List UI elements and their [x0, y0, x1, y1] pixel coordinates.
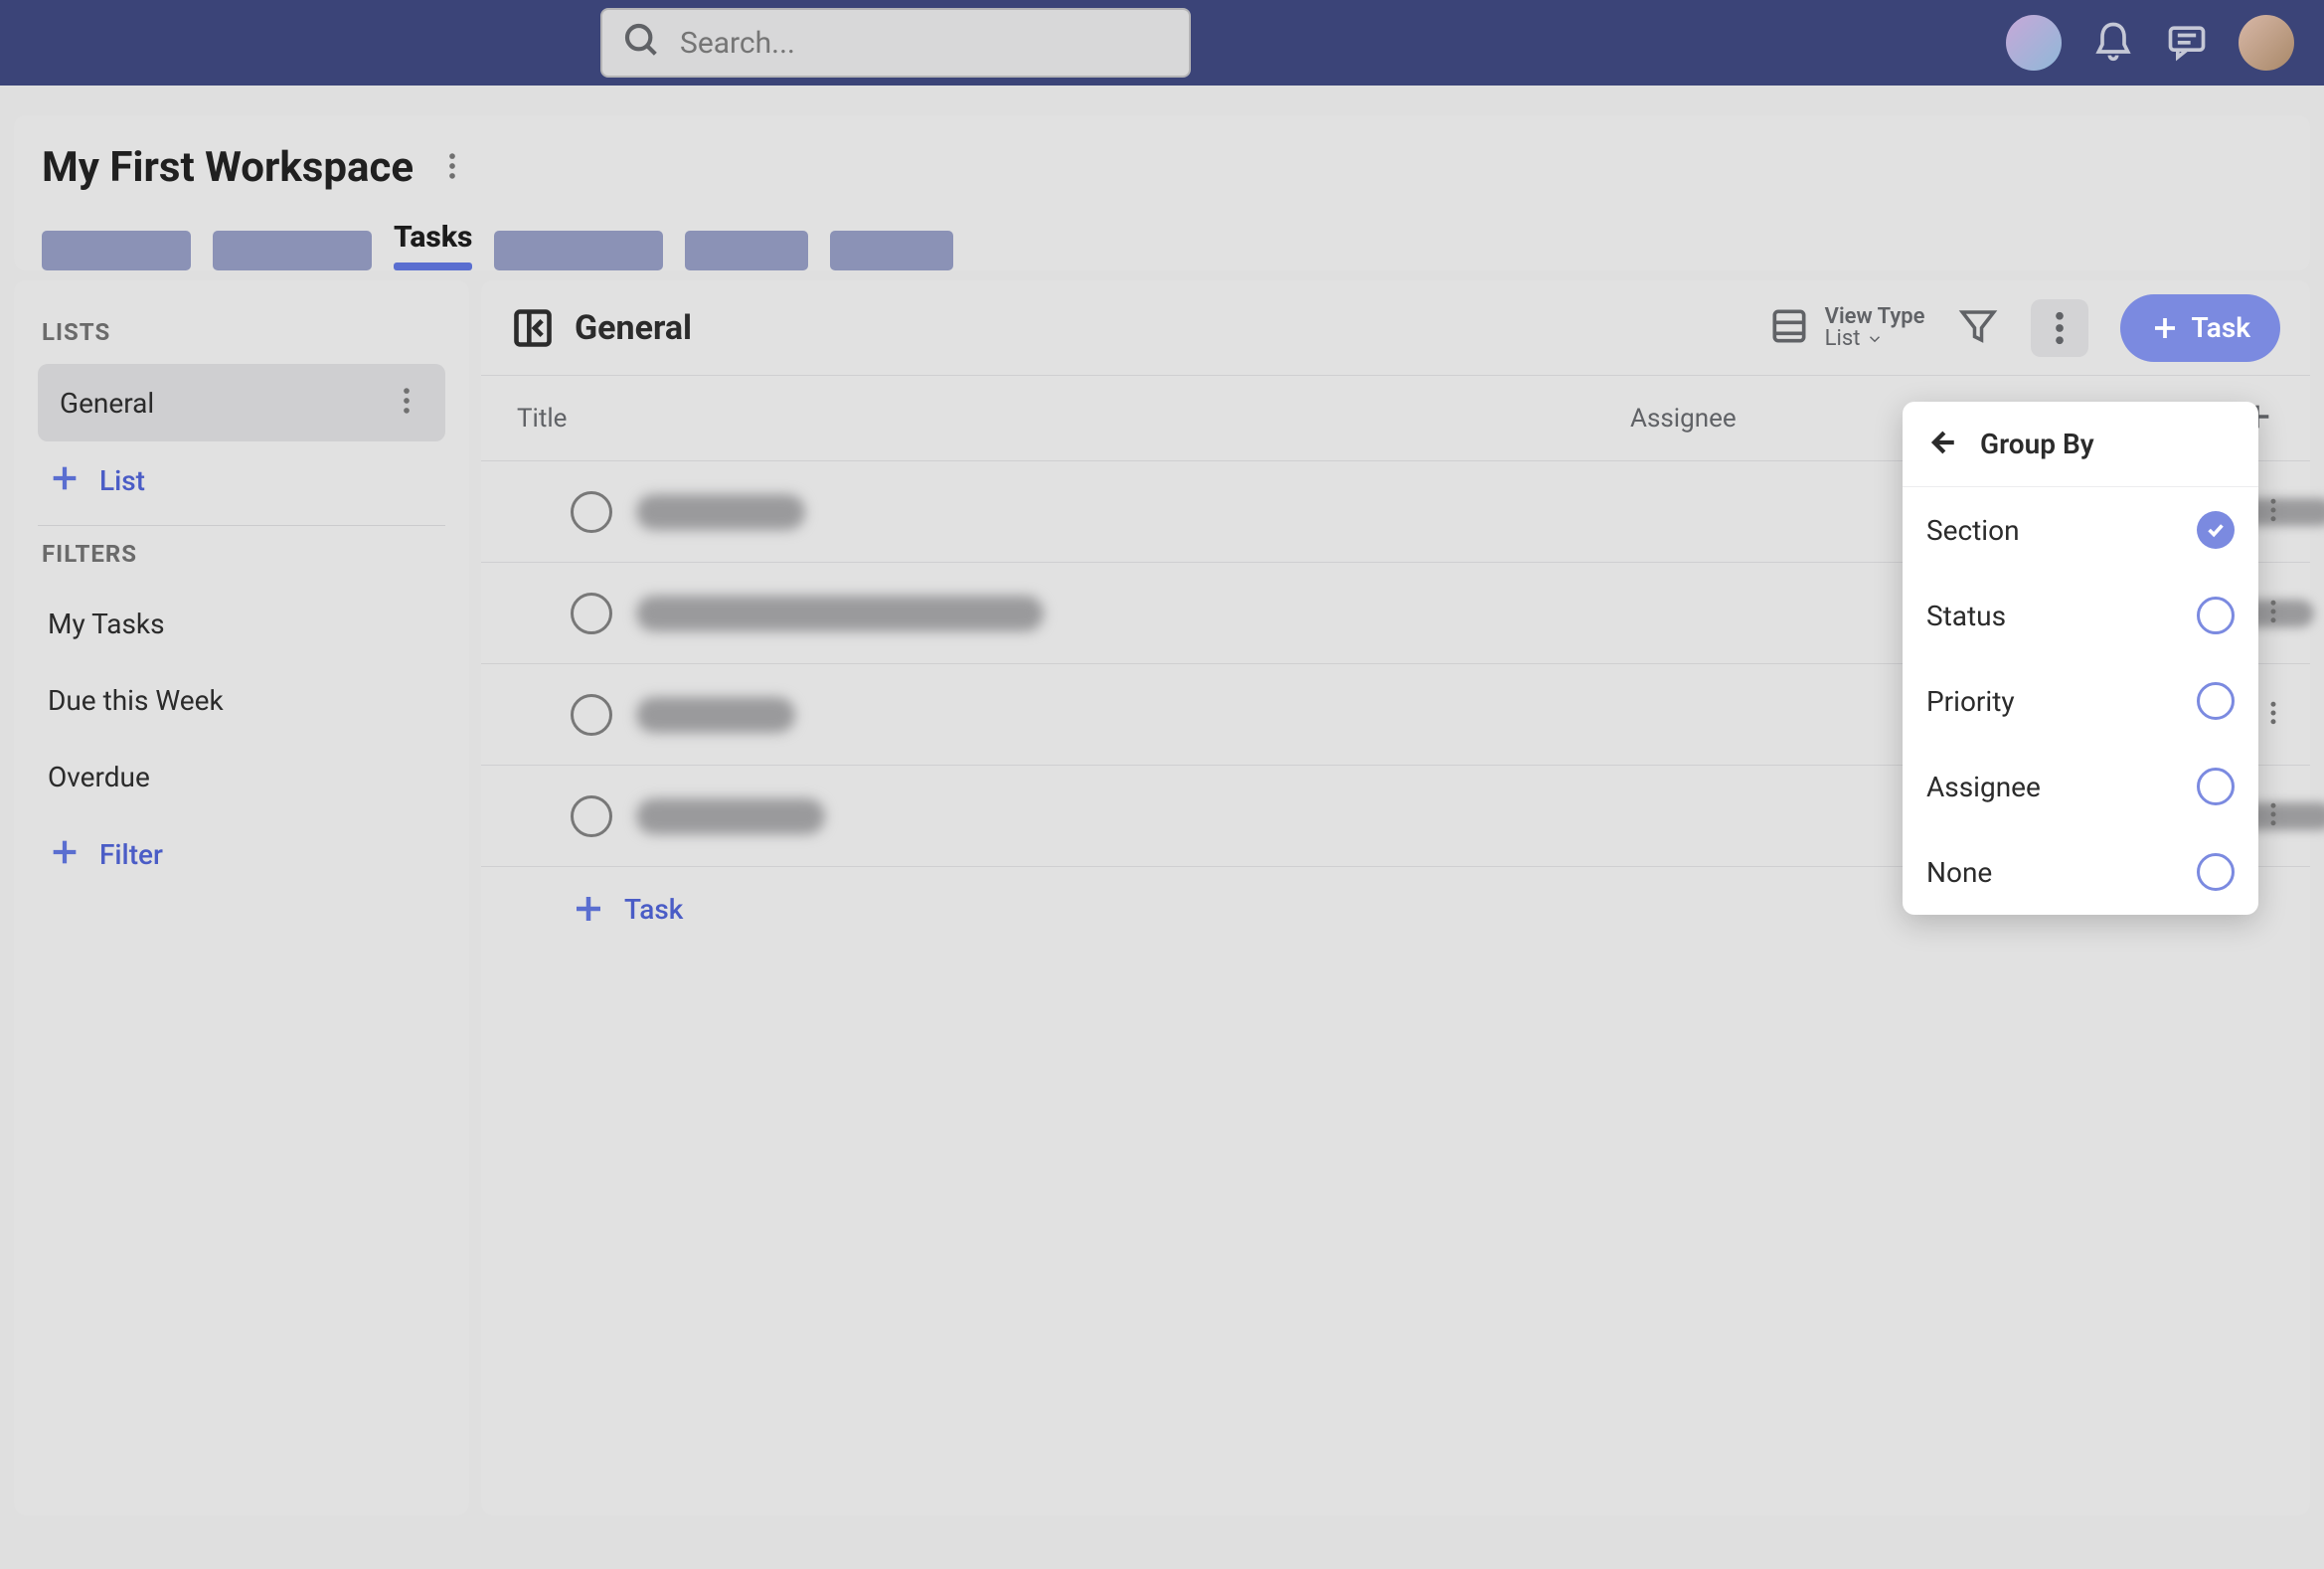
new-task-label: Task [2192, 311, 2251, 344]
sidebar-filter-item[interactable]: My Tasks [38, 586, 445, 662]
column-assignee[interactable]: Assignee [1630, 404, 1737, 434]
row-more-icon[interactable] [2258, 495, 2288, 529]
section-title: General [575, 308, 692, 348]
sidebar-filter-item[interactable]: Overdue [38, 739, 445, 815]
tab-bar: Tasks [42, 220, 2282, 270]
main-panel: General View Type List [481, 280, 2310, 1515]
search-icon [622, 21, 662, 65]
group-by-option[interactable]: Status [1903, 573, 2258, 658]
group-by-option[interactable]: Section [1903, 487, 2258, 573]
new-task-button[interactable]: Task [2120, 294, 2281, 362]
sidebar-item-label: General [60, 387, 154, 420]
search-input[interactable] [680, 26, 1169, 61]
tab-placeholder[interactable] [213, 231, 372, 270]
add-filter-button[interactable]: Filter [38, 821, 445, 887]
task-title [636, 596, 1044, 631]
main-more-icon[interactable] [2031, 299, 2088, 357]
task-checkbox[interactable] [571, 491, 612, 533]
view-type-value: List [1825, 328, 1861, 350]
column-title[interactable]: Title [517, 404, 1630, 434]
row-more-icon[interactable] [2258, 597, 2288, 630]
row-more-icon[interactable] [2258, 799, 2288, 833]
sidebar-item-general[interactable]: General [38, 364, 445, 441]
filters-header: FILTERS [42, 540, 445, 568]
sidebar: LISTS General List FILTERS My TasksDue t… [14, 280, 469, 1515]
list-more-icon[interactable] [390, 384, 423, 422]
radio[interactable] [2197, 597, 2235, 634]
popup-header: Group By [1903, 402, 2258, 487]
workspace-header: My First Workspace Tasks [14, 115, 2310, 270]
view-type-label: View Type [1825, 306, 1925, 328]
task-title [636, 697, 795, 733]
task-title [636, 798, 825, 834]
task-checkbox[interactable] [571, 593, 612, 634]
task-checkbox[interactable] [571, 795, 612, 837]
chat-icon[interactable] [2165, 19, 2209, 67]
assistant-avatar[interactable] [2006, 15, 2062, 71]
plus-icon [48, 461, 82, 499]
task-checkbox[interactable] [571, 694, 612, 736]
add-list-button[interactable]: List [38, 447, 445, 513]
option-label: Status [1926, 600, 2006, 632]
tab-placeholder[interactable] [494, 231, 663, 270]
workspace-title: My First Workspace [42, 143, 414, 192]
group-by-popup: Group By Section Status Priority Assignee No… [1903, 402, 2258, 915]
add-filter-label: Filter [99, 838, 163, 871]
radio[interactable] [2197, 768, 2235, 805]
option-label: Assignee [1926, 771, 2041, 803]
notifications-icon[interactable] [2091, 19, 2135, 67]
row-more-icon[interactable] [2258, 698, 2288, 732]
collapse-sidebar-icon[interactable] [511, 306, 555, 350]
plus-icon [48, 835, 82, 873]
tab-placeholder[interactable] [685, 231, 808, 270]
option-label: Section [1926, 514, 2020, 547]
sidebar-filter-item[interactable]: Due this Week [38, 662, 445, 739]
filter-icon[interactable] [1957, 305, 1999, 351]
tab-placeholder[interactable] [830, 231, 953, 270]
add-list-label: List [99, 464, 145, 497]
radio[interactable] [2197, 853, 2235, 891]
workspace-more-icon[interactable] [435, 149, 469, 187]
group-by-option[interactable]: Assignee [1903, 744, 2258, 829]
divider [38, 525, 445, 526]
tab-tasks[interactable]: Tasks [394, 220, 472, 270]
add-task-label: Task [624, 893, 683, 926]
group-by-option[interactable]: Priority [1903, 658, 2258, 744]
task-title [636, 494, 805, 530]
option-label: Priority [1926, 685, 2015, 718]
back-icon[interactable] [1924, 426, 1958, 463]
topbar [0, 0, 2324, 86]
lists-header: LISTS [42, 318, 445, 346]
radio[interactable] [2197, 511, 2235, 549]
option-label: None [1926, 856, 1992, 889]
user-avatar[interactable] [2239, 15, 2294, 71]
popup-title: Group By [1980, 428, 2094, 460]
tab-placeholder[interactable] [42, 231, 191, 270]
group-by-option[interactable]: None [1903, 829, 2258, 915]
search-box[interactable] [600, 8, 1191, 78]
main-header: General View Type List [481, 280, 2310, 376]
radio[interactable] [2197, 682, 2235, 720]
view-type-selector[interactable]: View Type List [1767, 304, 1925, 352]
list-view-icon [1767, 304, 1811, 352]
